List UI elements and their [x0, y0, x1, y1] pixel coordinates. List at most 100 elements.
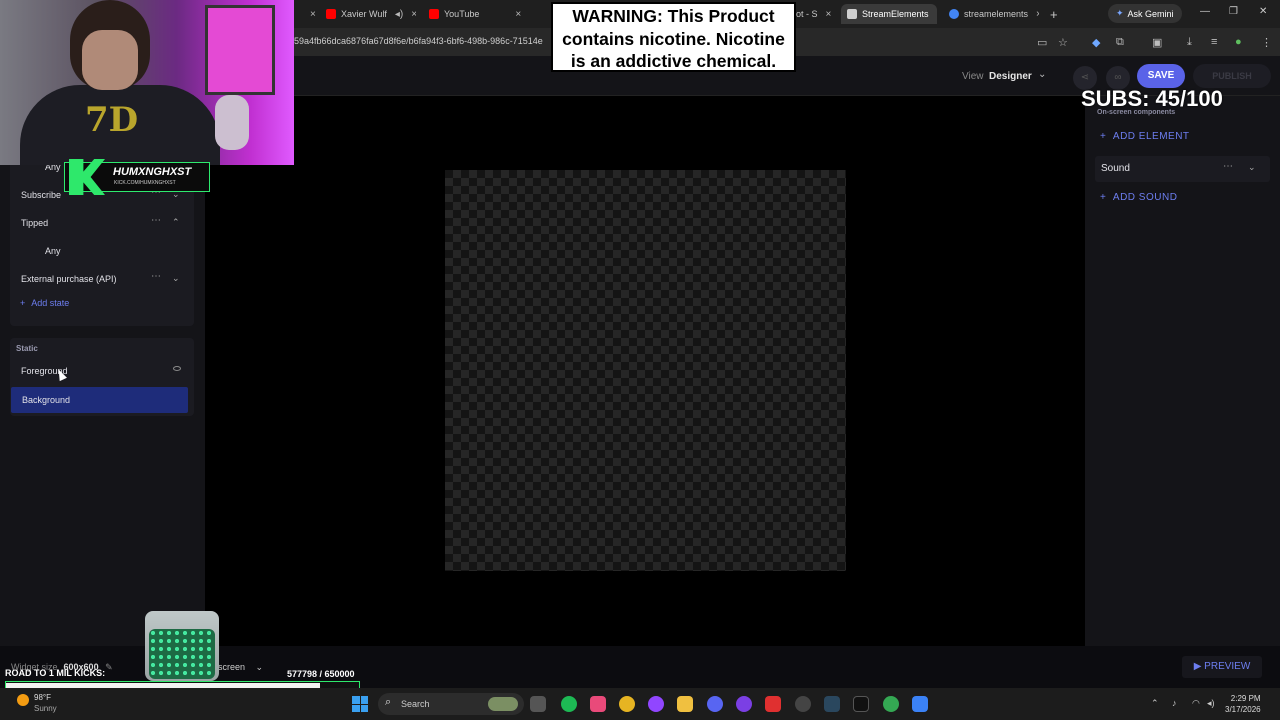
close-window-icon[interactable]: ✕ [1259, 6, 1267, 17]
state-row-external-purchase[interactable]: External purchase (API) ⋯ ⌄ [10, 266, 194, 292]
terminal-icon[interactable] [853, 696, 869, 712]
close-icon[interactable]: × [411, 9, 416, 20]
state-row-tipped[interactable]: Tipped ⋯ ⌃ [10, 210, 194, 236]
taskbar-search[interactable]: ⌕ Search [378, 693, 524, 715]
discord-icon[interactable] [707, 696, 723, 712]
puzzle-icon[interactable]: ⧉ [1116, 36, 1124, 49]
state-label: External purchase (API) [21, 274, 117, 284]
volume-icon[interactable]: ◂) [1207, 698, 1215, 709]
chevron-up-icon[interactable]: ⌃ [172, 217, 180, 228]
folder-icon[interactable] [677, 696, 693, 712]
static-row-background[interactable]: Background [11, 387, 188, 413]
steam-icon[interactable] [824, 696, 840, 712]
chevron-down-icon[interactable]: ⌄ [172, 273, 180, 284]
weather-temp[interactable]: 98°F [34, 693, 51, 702]
widget-preview-area[interactable] [445, 170, 846, 571]
view-mode-select[interactable]: Designer [989, 71, 1032, 82]
play-icon: ▶ [1193, 661, 1202, 672]
tab-label: ot - S [796, 9, 818, 19]
sun-icon[interactable] [17, 694, 29, 706]
task-view-icon[interactable] [530, 696, 546, 712]
close-icon[interactable]: × [515, 9, 521, 20]
save-button[interactable]: SAVE [1137, 64, 1185, 88]
tab-xavier-wulf[interactable]: Xavier Wulf ◂) × [326, 4, 416, 24]
close-icon[interactable]: × [1036, 9, 1039, 20]
more-icon[interactable]: ⋯ [1223, 161, 1233, 172]
tab-google-search[interactable]: streamelements × [949, 4, 1039, 24]
menu-kebab-icon[interactable]: ⋮ [1261, 36, 1272, 49]
taskbar-clock[interactable]: 2:29 PM 3/17/2026 [1225, 693, 1261, 715]
tab-streamelements-active[interactable]: StreamElements × [841, 4, 937, 24]
goal-jar-overlay [145, 611, 219, 681]
tab-kick[interactable]: ot - S × [796, 4, 832, 24]
chevron-down-icon[interactable]: ⌄ [1248, 162, 1256, 173]
preview-button[interactable]: ▶ PREVIEW [1182, 656, 1262, 678]
add-element-label: ADD ELEMENT [1112, 131, 1190, 142]
layer-label: Background [22, 395, 71, 405]
cast-icon[interactable]: ▣ [1152, 36, 1162, 49]
tab-youtube[interactable]: YouTube × [429, 4, 521, 24]
publish-button[interactable]: PUBLISH [1193, 64, 1271, 88]
search-placeholder: Search [401, 699, 430, 709]
state-label: Subscribe [21, 190, 62, 200]
add-state-label: Add state [31, 298, 70, 308]
kicks-goal-label: ROAD TO 1 MIL KICKS: [5, 668, 106, 678]
gemini-icon: ✦ [1116, 8, 1124, 18]
add-sound-button[interactable]: + ADD SOUND [1100, 192, 1177, 203]
plus-icon: + [1100, 131, 1107, 142]
close-icon[interactable]: × [826, 9, 832, 20]
static-row-foreground[interactable]: Foreground [10, 358, 194, 384]
eye-icon[interactable] [173, 366, 181, 371]
bookmark-star-icon[interactable]: ☆ [1058, 36, 1068, 49]
chrome-icon[interactable] [619, 696, 635, 712]
plus-icon: + [1100, 192, 1107, 203]
tray-chevron-icon[interactable]: ⌃ [1151, 698, 1159, 709]
windows-start-icon[interactable] [352, 696, 368, 712]
ask-gemini-button[interactable]: ✦ Ask Gemini [1108, 4, 1182, 23]
screen-label: screen [218, 662, 246, 672]
view-label: View [962, 71, 984, 82]
download-icon[interactable]: ⤓ [1187, 36, 1192, 49]
weather-condition[interactable]: Sunny [34, 704, 57, 713]
state-row-tipped-any[interactable]: Any [10, 238, 194, 264]
app3-icon[interactable] [912, 696, 928, 712]
minimize-icon[interactable]: — [1200, 6, 1210, 17]
more-icon[interactable]: ⋯ [151, 215, 161, 226]
add-state-button[interactable]: + Add state [20, 298, 69, 308]
youtube-icon [429, 9, 439, 19]
app-icon[interactable] [736, 696, 752, 712]
chrome-active-icon[interactable] [883, 696, 899, 712]
itunes-icon[interactable] [590, 696, 606, 712]
microphone-icon[interactable]: ♪ [1172, 698, 1177, 708]
tab-label: StreamElements [862, 9, 929, 19]
components-panel: On-screen components + ADD ELEMENT Sound… [1085, 96, 1280, 646]
state-label: Any [45, 246, 61, 256]
tab-search-icon[interactable]: ▭ [1037, 36, 1047, 49]
new-tab-icon[interactable]: + [1050, 4, 1058, 24]
streamer-name: HUMXNGHXST [113, 166, 192, 178]
tab-close-icon[interactable]: × [302, 4, 316, 24]
obs-icon[interactable] [648, 696, 664, 712]
speaker-icon[interactable]: ◂) [395, 9, 403, 20]
screen-select[interactable]: screen ⌄ [218, 662, 263, 673]
app2-icon[interactable] [795, 696, 811, 712]
static-card: Static Foreground Background [10, 338, 194, 416]
spotify-icon[interactable] [561, 696, 577, 712]
pencil-icon[interactable]: ✎ [105, 662, 113, 672]
tab-label: YouTube [444, 9, 480, 19]
wifi-icon[interactable]: ◠ [1192, 698, 1200, 709]
profile-avatar[interactable]: ● [1235, 36, 1242, 48]
roblox-icon[interactable] [765, 696, 781, 712]
kick-logo-icon [69, 159, 105, 195]
sound-component-row[interactable]: Sound ⋯ ⌄ [1095, 156, 1270, 182]
chevron-down-icon[interactable]: ⌄ [1038, 69, 1046, 80]
media-icon[interactable]: ≡ [1211, 36, 1217, 48]
streamelements-icon [847, 9, 857, 19]
restore-icon[interactable]: ❐ [1229, 6, 1238, 17]
url-field[interactable]: 59a4fb66dca6876fa67d8f6e/b6fa94f3-6bf6-4… [294, 36, 543, 46]
kicks-goal-count: 577798 / 650000 [287, 669, 355, 679]
add-element-button[interactable]: + ADD ELEMENT [1100, 131, 1190, 142]
more-icon[interactable]: ⋯ [151, 271, 161, 282]
chevron-down-icon: ⌄ [255, 662, 264, 672]
extension-icon[interactable]: ◆ [1092, 36, 1100, 49]
